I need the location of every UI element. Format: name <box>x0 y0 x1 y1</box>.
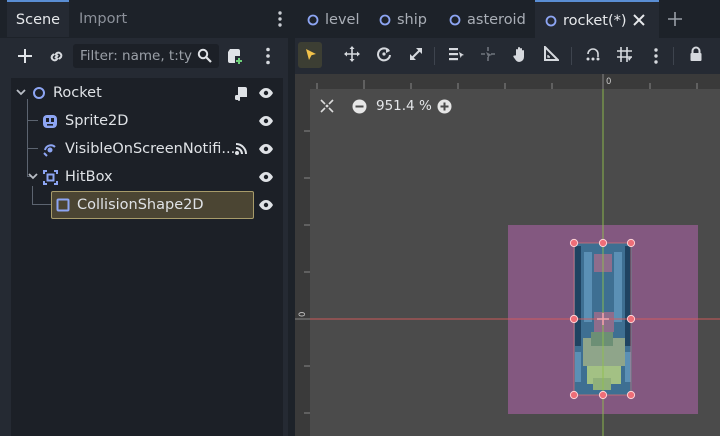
tab-label: ship <box>397 12 427 28</box>
signal-icon[interactable] <box>234 142 248 156</box>
snap-options-icon[interactable] <box>654 48 658 64</box>
zoom-level[interactable]: 951.4 % <box>376 98 432 114</box>
ruler-tool-icon[interactable] <box>544 46 559 61</box>
zoom-out-icon[interactable] <box>352 99 367 114</box>
tree-item-collisionshape2d[interactable]: CollisionShape2D <box>11 191 283 219</box>
tab-label: rocket(*) <box>563 13 627 29</box>
chevron-down-icon[interactable] <box>28 173 38 180</box>
panel-splitter[interactable] <box>288 0 295 436</box>
dock-tab-bar: Scene Import <box>0 0 288 38</box>
rotate-tool-icon[interactable] <box>376 46 392 62</box>
add-node-icon[interactable] <box>17 48 33 64</box>
ruler-zero-label: 0 <box>606 77 611 87</box>
instance-link-icon[interactable] <box>48 48 65 65</box>
visibility-eye-icon[interactable] <box>258 199 274 211</box>
tree-item-label: Rocket <box>53 85 102 101</box>
tab-ship[interactable]: ship <box>379 0 439 38</box>
tab-import[interactable]: Import <box>79 0 127 37</box>
tree-item-hitbox[interactable]: HitBox <box>11 163 283 191</box>
zoom-in-icon[interactable] <box>437 99 452 114</box>
canvas-toolbar <box>295 38 720 74</box>
smart-snap-icon[interactable] <box>585 46 601 62</box>
grid-snap-icon[interactable] <box>616 46 633 63</box>
sprite-icon <box>42 114 58 129</box>
tab-asteroid[interactable]: asteroid <box>449 0 529 38</box>
move-tool-icon[interactable] <box>344 46 360 62</box>
center-view-icon[interactable] <box>320 99 334 113</box>
filter-field[interactable] <box>73 44 219 68</box>
tree-item-visible-notifier[interactable]: VisibleOnScreenNotifi... <box>11 135 283 163</box>
scale-tool-icon[interactable] <box>408 46 424 62</box>
tab-level[interactable]: level <box>307 0 373 38</box>
scene-canvas[interactable] <box>295 74 720 436</box>
search-icon <box>197 48 212 63</box>
tree-item-rocket[interactable]: Rocket <box>11 79 283 107</box>
node2d-icon <box>32 86 46 100</box>
attach-script-icon[interactable] <box>226 47 244 65</box>
ruler-corner <box>295 74 310 89</box>
lock-icon[interactable] <box>689 46 703 62</box>
scene-options-icon[interactable] <box>266 47 270 65</box>
pan-hand-icon[interactable] <box>512 46 528 63</box>
script-icon[interactable] <box>234 86 248 101</box>
toolbar-divider <box>673 47 674 65</box>
visibility-eye-icon[interactable] <box>258 143 274 155</box>
tree-item-label: HitBox <box>65 169 113 185</box>
horizontal-ruler[interactable]: 0 <box>295 74 720 89</box>
dock-menu-icon[interactable] <box>278 11 282 27</box>
scene-node-icon <box>449 14 461 26</box>
tree-item-label: Sprite2D <box>65 113 129 129</box>
pivot-tool-icon[interactable] <box>480 46 496 62</box>
scene-node-icon <box>307 14 319 26</box>
vertical-ruler[interactable]: 0 <box>295 74 310 436</box>
collision-shape-icon <box>56 198 70 212</box>
toolbar-divider <box>434 47 435 65</box>
list-select-icon[interactable] <box>448 46 464 62</box>
tree-item-label: VisibleOnScreenNotifi... <box>65 141 236 157</box>
ruler-zero-label: 0 <box>298 312 308 317</box>
tab-label: level <box>325 12 360 28</box>
chevron-down-icon[interactable] <box>16 89 26 96</box>
visibility-eye-icon[interactable] <box>258 115 274 127</box>
select-mode-button[interactable] <box>298 42 322 68</box>
visibility-eye-icon[interactable] <box>258 87 274 99</box>
scene-tree: Rocket Sprite2D VisibleOnScreenNotifi... <box>11 78 283 436</box>
filter-input[interactable] <box>80 44 195 68</box>
area2d-icon <box>43 170 58 185</box>
close-tab-icon[interactable] <box>633 14 645 26</box>
tab-rocket[interactable]: rocket(*) <box>535 0 659 38</box>
tree-item-sprite2d[interactable]: Sprite2D <box>11 107 283 135</box>
scene-tab-bar: level ship asteroid rocket(*) <box>295 0 720 38</box>
tab-scene[interactable]: Scene <box>7 0 69 37</box>
visibility-eye-icon[interactable] <box>258 171 274 183</box>
tab-label: asteroid <box>467 12 526 28</box>
scene-node-icon <box>379 14 391 26</box>
tree-item-label: CollisionShape2D <box>77 197 204 213</box>
scene-dock: Scene Import Filter: name, t:ty Rocket S… <box>0 0 288 436</box>
canvas-viewport[interactable]: 0 0 951.4 % <box>295 74 720 436</box>
add-tab-icon[interactable] <box>668 12 682 26</box>
toolbar-divider <box>571 47 572 65</box>
scene-node-icon <box>545 15 557 27</box>
visibility-notifier-icon <box>42 142 58 157</box>
